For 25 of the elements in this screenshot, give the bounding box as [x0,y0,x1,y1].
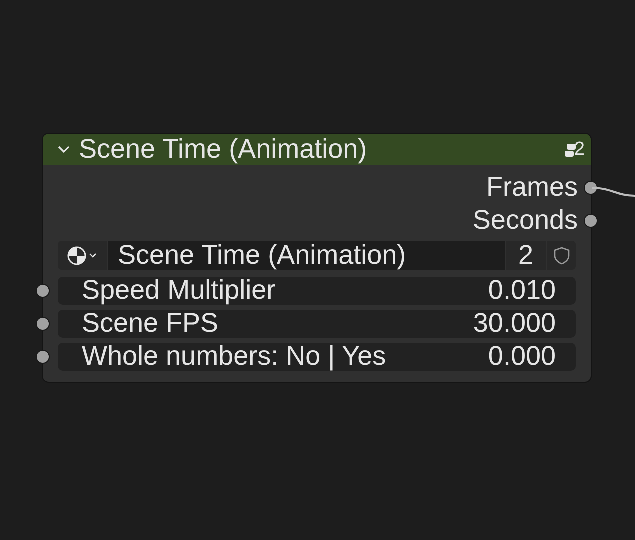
output-socket[interactable] [584,181,598,195]
input-socket[interactable] [36,317,50,331]
field-value: 0.000 [488,341,556,372]
output-label: Seconds [472,205,578,236]
input-socket[interactable] [36,350,50,364]
number-field[interactable]: Speed Multiplier 0.010 [58,276,576,304]
field-label: Whole numbers: No | Yes [82,341,386,372]
user-count: 2 [574,140,585,159]
user-count-button[interactable]: 2 [506,241,546,270]
fake-user-toggle[interactable] [547,241,576,270]
datablock-type-button[interactable] [58,241,107,270]
number-field[interactable]: Whole numbers: No | Yes 0.000 [58,342,576,370]
node-tree-icon [67,246,87,266]
node-title: Scene Time (Animation) [79,134,368,165]
field-value: 0.010 [488,275,556,306]
datablock-name-field[interactable]: Scene Time (Animation) [108,241,505,270]
number-field[interactable]: Scene FPS 30.000 [58,310,576,338]
field-label: Scene FPS [82,308,219,339]
field-label: Speed Multiplier [82,275,276,306]
caret-icon [88,250,98,260]
link-wire [592,187,635,197]
output-label: Frames [486,172,578,203]
output-socket[interactable] [584,214,598,228]
field-value: 30.000 [473,308,556,339]
input-socket[interactable] [36,284,50,298]
